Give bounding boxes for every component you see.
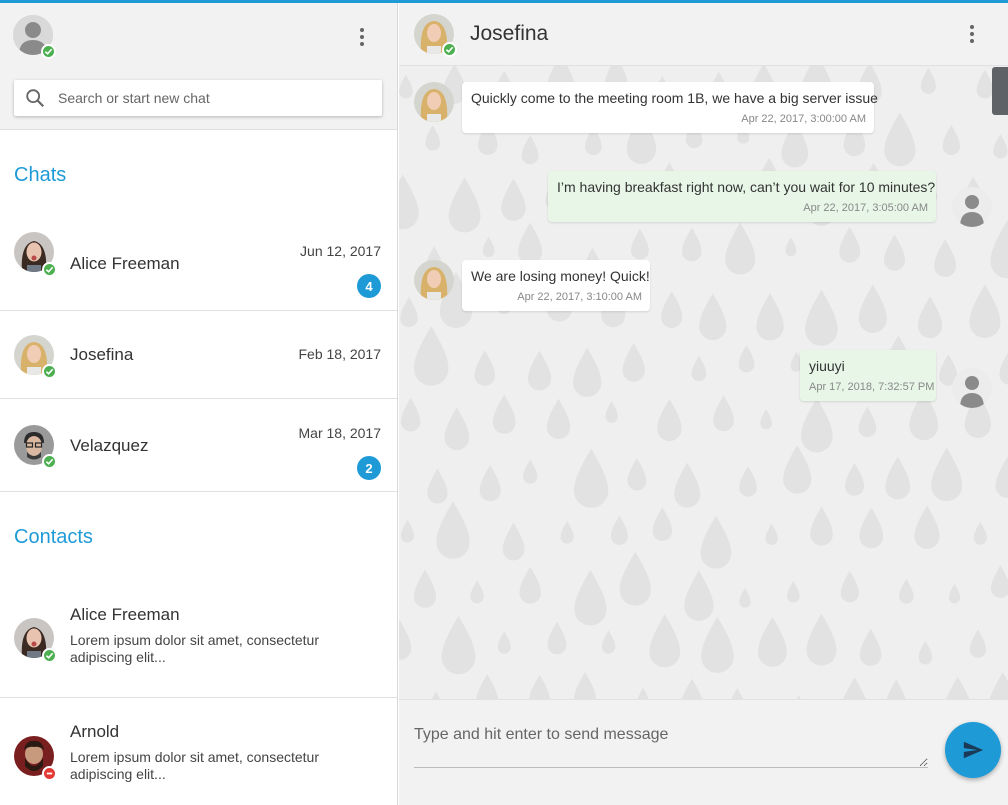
sender-avatar	[414, 82, 454, 122]
chat-item-velazquez[interactable]: Velazquez Mar 18, 2017 2	[0, 399, 397, 492]
outgoing-message: I’m having breakfast right now, can’t yo…	[548, 171, 936, 222]
online-status-icon	[42, 364, 57, 379]
contact-preview: Lorem ipsum dolor sit amet, consectetur …	[70, 632, 319, 665]
message-composer	[399, 699, 1008, 805]
message-time: Apr 22, 2017, 3:00:00 AM	[741, 113, 866, 125]
message-time: Apr 22, 2017, 3:05:00 AM	[803, 202, 928, 214]
outgoing-message: yiuuyi Apr 17, 2018, 7:32:57 PM	[800, 350, 936, 401]
my-message-avatar	[952, 368, 992, 408]
incoming-message: We are losing money! Quick! Apr 22, 2017…	[462, 260, 650, 311]
chat-name: Alice Freeman	[70, 254, 180, 273]
unread-badge: 2	[357, 456, 381, 480]
online-status-icon	[41, 44, 56, 59]
contact-item-arnold[interactable]: Arnold Lorem ipsum dolor sit amet, conse…	[0, 698, 397, 805]
chat-item-alice-freeman[interactable]: Alice Freeman Jun 12, 2017 4	[0, 220, 397, 311]
message-text: I’m having breakfast right now, can’t yo…	[557, 179, 936, 195]
message-input[interactable]	[414, 724, 928, 768]
contact-preview: Lorem ipsum dolor sit amet, consectetur …	[70, 749, 319, 782]
message-text: yiuuyi	[809, 358, 845, 374]
unread-badge: 4	[357, 274, 381, 298]
incoming-message: Quickly come to the meeting room 1B, we …	[462, 82, 878, 133]
chat-date: Jun 12, 2017	[300, 243, 381, 259]
sidebar-menu-icon[interactable]	[350, 25, 374, 49]
chat-name: Josefina	[70, 345, 134, 364]
chat-date: Feb 18, 2017	[298, 346, 381, 362]
contact-name: Alice Freeman	[70, 605, 180, 624]
online-status-icon	[42, 454, 57, 469]
sidebar: Chats Alice Freeman Jun 12, 2017 4	[0, 3, 398, 805]
message-text: Quickly come to the meeting room 1B, we …	[471, 90, 878, 106]
search-box	[14, 80, 382, 116]
conversation-panel: Josefina Quickly come to the meeting roo…	[399, 3, 1008, 805]
side-panel-tab[interactable]	[992, 67, 1008, 115]
search-input[interactable]	[58, 90, 382, 106]
message-time: Apr 22, 2017, 3:10:00 AM	[517, 291, 642, 303]
busy-status-icon	[42, 766, 57, 781]
send-button[interactable]	[945, 722, 1001, 778]
chat-name: Velazquez	[70, 436, 149, 455]
online-status-icon	[42, 648, 57, 663]
sidebar-header	[0, 3, 397, 130]
online-status-icon	[42, 262, 57, 277]
conversation-menu-icon[interactable]	[960, 22, 984, 46]
contacts-section-title: Contacts	[14, 526, 93, 548]
chat-item-josefina[interactable]: Josefina Feb 18, 2017	[0, 311, 397, 399]
conversation-title: Josefina	[470, 22, 549, 45]
contact-item-alice-freeman[interactable]: Alice Freeman Lorem ipsum dolor sit amet…	[0, 581, 397, 698]
message-list[interactable]: Quickly come to the meeting room 1B, we …	[399, 66, 1008, 699]
conversation-header: Josefina	[399, 3, 1008, 66]
my-message-avatar	[952, 187, 992, 227]
chats-section-title: Chats	[14, 164, 67, 186]
search-icon	[26, 89, 45, 108]
chat-date: Mar 18, 2017	[298, 425, 382, 441]
sender-avatar	[414, 260, 454, 300]
send-icon	[963, 741, 984, 759]
message-time: Apr 17, 2018, 7:32:57 PM	[809, 381, 935, 393]
online-status-icon	[442, 42, 457, 57]
message-text: We are losing money! Quick!	[471, 268, 650, 284]
contact-name: Arnold	[70, 722, 120, 741]
